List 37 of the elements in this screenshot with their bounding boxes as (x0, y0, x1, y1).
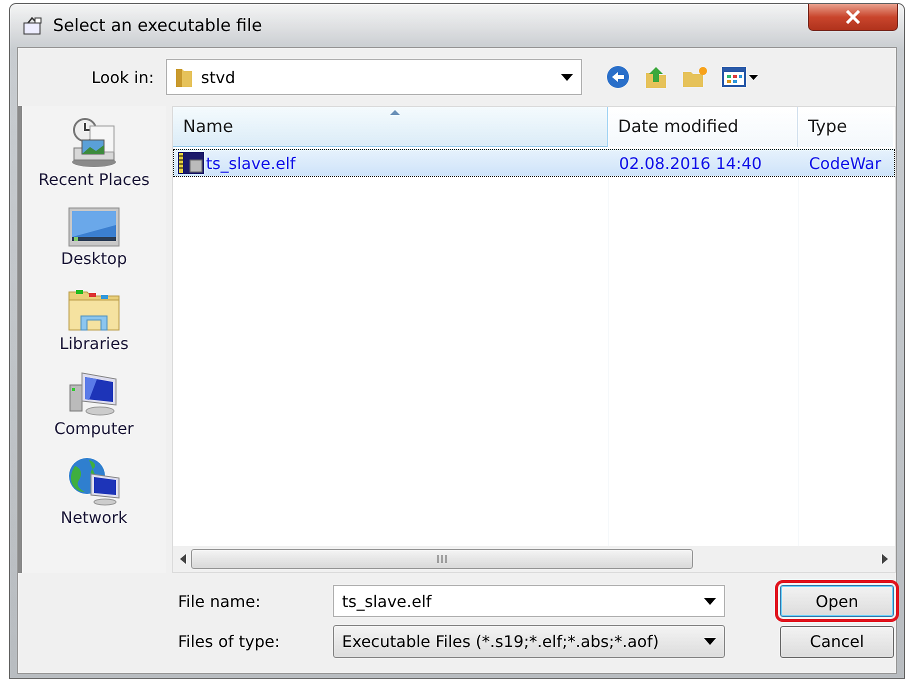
place-item[interactable]: Network (60, 456, 128, 527)
dialog-icon (23, 16, 43, 34)
view-menu-icon[interactable] (722, 66, 760, 88)
place-item[interactable]: Desktop (61, 207, 127, 268)
window-title: Select an executable file (53, 16, 262, 36)
desktop-icon (68, 207, 120, 247)
column-header[interactable]: Name (173, 107, 608, 147)
film-file-icon (178, 152, 204, 174)
up-folder-icon[interactable] (644, 65, 668, 89)
network-icon (67, 456, 121, 506)
scroll-right-icon[interactable] (881, 554, 889, 564)
file-type-dropdown[interactable]: Executable Files (*.s19;*.elf;*.abs;*.aof) (333, 625, 725, 658)
close-icon (845, 10, 861, 24)
dropdown-arrow-icon (704, 638, 716, 645)
look-in-label: Look in: (90, 68, 155, 86)
place-item[interactable]: Recent Places (38, 118, 150, 189)
file-row[interactable]: ts_slave.elf 02.08.2016 14:40 CodeWar (173, 149, 895, 177)
file-name-cell: ts_slave.elf (206, 154, 296, 172)
grip-icon (437, 555, 447, 563)
horizontal-scrollbar[interactable] (173, 546, 895, 572)
folder-icon (175, 66, 193, 88)
file-name-label: File name: (178, 592, 262, 610)
look-in-dropdown[interactable]: stvd (166, 59, 582, 95)
close-button[interactable] (808, 4, 898, 31)
dropdown-arrow-icon (704, 598, 716, 604)
place-item[interactable]: Libraries (59, 286, 129, 353)
file-type-label: Files of type: (178, 632, 281, 651)
date-cell-text: 02.08.2016 14:40 (618, 154, 763, 172)
type-cell-text: CodeWar (808, 154, 882, 172)
cancel-button[interactable]: Cancel (780, 626, 894, 658)
scrollbar-thumb[interactable] (191, 549, 693, 569)
sort-arrow-icon (390, 110, 400, 115)
place-item[interactable]: Computer (54, 371, 134, 438)
column-header[interactable]: Date modified (608, 107, 798, 147)
dropdown-arrow-icon (561, 74, 573, 80)
file-name-field[interactable]: ts_slave.elf (333, 585, 725, 617)
scroll-left-icon[interactable] (179, 554, 187, 564)
